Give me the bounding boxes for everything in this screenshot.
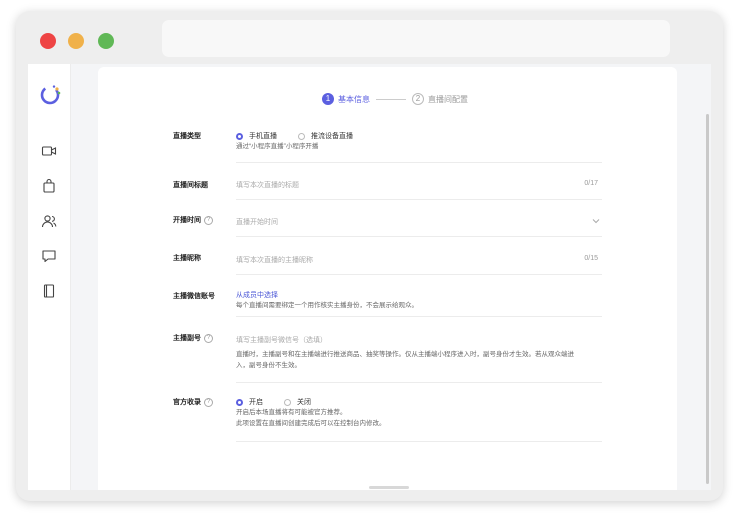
video-camera-icon[interactable] [41,143,57,159]
select-from-members-link[interactable]: 从成员中选择 [236,290,278,300]
shopping-bag-icon[interactable] [41,178,57,194]
help-icon[interactable]: ? [204,333,213,343]
start-time-placeholder: 直播开始时间 [236,219,278,226]
step-1-number: 1 [322,93,334,105]
users-icon[interactable] [41,213,57,229]
divider [236,199,602,200]
chevron-down-icon [592,219,600,224]
host-nickname-char-counter: 0/15 [584,255,598,262]
radio-enable[interactable]: 开启 [236,397,263,407]
app-logo-icon [40,85,61,105]
radio-stream-device-live[interactable]: 推流设备直播 [298,131,353,141]
step-connector [376,98,406,100]
live-type-label: 直播类型 [173,133,201,140]
message-icon[interactable] [41,248,57,264]
radio-unselected-indicator [284,398,291,406]
step-2-label[interactable]: 直播间配置 [428,94,468,105]
live-type-field: 手机直播 推流设备直播 通过“小程序直播”小程序开播 [236,131,602,151]
host-wechat-field: 从成员中选择 每个直播间需要绑定一个用作核实主播身份，不会展示给观众。 [236,290,602,312]
official-collect-label: 官方收录 ? [173,397,213,407]
divider [236,382,602,383]
assistant-input[interactable]: 填写主播副号微信号（选填） [236,335,602,347]
vertical-scrollbar[interactable] [706,114,709,484]
sidebar [28,64,71,490]
radio-mobile-live[interactable]: 手机直播 [236,131,277,141]
radio-unselected-indicator [298,132,305,140]
host-nickname-label: 主播昵称 [173,255,201,262]
assistant-hint-line-2: 入，副号身份不生效。 [236,362,301,369]
assistant-placeholder: 填写主播副号微信号（选填） [236,337,327,344]
official-collect-hint-line-2: 此项设置在直播间创建完成后可以在控制台内修改。 [236,420,386,427]
radio-selected-indicator [236,398,243,406]
host-wechat-label: 主播微信账号 [173,293,215,300]
title-input[interactable]: 填写本次直播的标题 0/17 [236,180,602,192]
step-1-label[interactable]: 基本信息 [338,94,370,105]
start-time-label: 开播时间 ? [173,215,213,225]
browser-window: 1 基本信息 2 直播间配置 直播类型 手机直播 推流设备直播 通过“小程序直播… [16,11,723,501]
assistant-label: 主播副号 ? [173,333,213,343]
help-icon[interactable]: ? [204,215,213,225]
close-window-button[interactable] [40,33,56,49]
official-collect-hint-line-1: 开启后本场直播将有可能被官方推荐。 [236,409,347,416]
bottom-scroll-handle[interactable] [369,486,409,489]
live-type-hint: 通过“小程序直播”小程序开播 [236,143,319,150]
book-icon[interactable] [41,283,57,299]
title-placeholder: 填写本次直播的标题 [236,182,299,189]
assistant-hint-line-1: 直播时，主播副号和在主播端进行推送商品、抽奖等操作。仅从主播端小程序进入时，副号… [236,351,574,358]
radio-selected-indicator [236,132,243,140]
live-room-form-card: 1 基本信息 2 直播间配置 直播类型 手机直播 推流设备直播 通过“小程序直播… [98,67,677,490]
minimize-window-button[interactable] [68,33,84,49]
step-indicator: 1 基本信息 2 直播间配置 [322,91,468,107]
assistant-hint-block: 直播时，主播副号和在主播端进行推送商品、抽奖等操作。仅从主播端小程序进入时，副号… [236,350,602,374]
start-time-picker[interactable]: 直播开始时间 [236,217,602,229]
title-char-counter: 0/17 [584,180,598,187]
address-bar[interactable] [162,20,670,57]
divider [236,236,602,237]
title-label: 直播间标题 [173,182,208,189]
divider [236,441,602,442]
step-2-number: 2 [412,93,424,105]
host-wechat-hint: 每个直播间需要绑定一个用作核实主播身份，不会展示给观众。 [236,302,418,309]
host-nickname-input[interactable]: 填写本次直播的主播昵称 0/15 [236,255,602,267]
maximize-window-button[interactable] [98,33,114,49]
radio-disable[interactable]: 关闭 [284,397,311,407]
host-nickname-placeholder: 填写本次直播的主播昵称 [236,257,313,264]
divider [236,316,602,317]
divider [236,274,602,275]
help-icon[interactable]: ? [204,397,213,407]
official-collect-field: 开启 关闭 开启后本场直播将有可能被官方推荐。 此项设置在直播间创建完成后可以在… [236,397,602,429]
divider [236,162,602,163]
page-viewport: 1 基本信息 2 直播间配置 直播类型 手机直播 推流设备直播 通过“小程序直播… [28,64,711,490]
